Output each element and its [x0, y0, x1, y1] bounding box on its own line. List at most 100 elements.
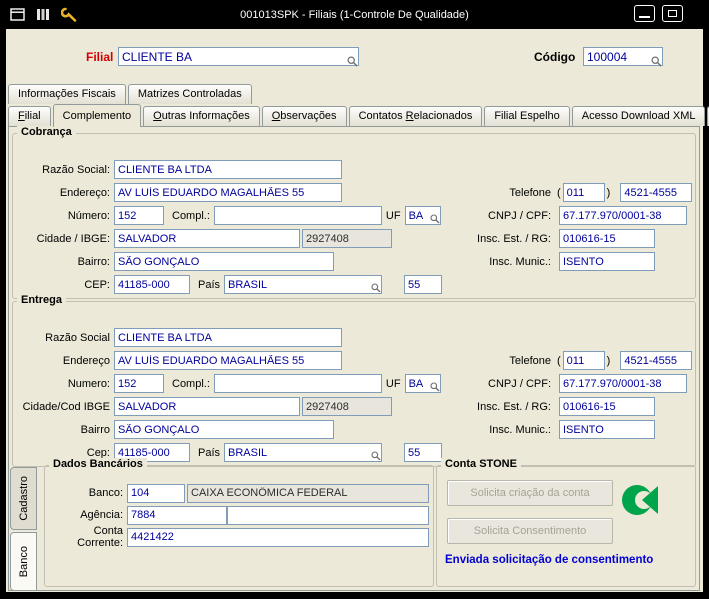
- agencia-compl-input[interactable]: [227, 505, 429, 525]
- tab-complemento[interactable]: Complemento: [52, 104, 142, 127]
- numero-label: Número:: [67, 209, 110, 222]
- telefone-label: Telefone: [509, 186, 551, 199]
- pais-input[interactable]: [224, 275, 383, 294]
- compl-input[interactable]: [213, 206, 382, 225]
- insc-est-label: Insc. Est. / RG:: [477, 400, 551, 413]
- tab-acesso-download-xml[interactable]: Acesso Download XML: [571, 106, 706, 126]
- razao-social-input[interactable]: [114, 160, 342, 179]
- magnifier-icon[interactable]: [651, 56, 662, 67]
- tab-informacoes-fiscais[interactable]: Informações Fiscais: [8, 84, 126, 104]
- cidade-input[interactable]: [114, 397, 300, 416]
- conta-stone-title: Conta STONE: [441, 458, 521, 470]
- telefone-ddd-input[interactable]: [562, 183, 605, 202]
- cobranca-numero-row: Número: Compl.: UF CNPJ / CPF:: [15, 204, 693, 227]
- solicita-consentimento-button[interactable]: Solicita Consentimento: [447, 518, 613, 544]
- compl-label: Compl.:: [172, 377, 210, 390]
- consentimento-status-text: Enviada solicitação de consentimento: [445, 554, 654, 566]
- compl-label: Compl.:: [172, 209, 210, 222]
- side-tab-cadastro[interactable]: Cadastro: [10, 467, 37, 530]
- cnpj-cluster: CNPJ / CPF:: [411, 204, 687, 227]
- codigo-field-wrap: [583, 47, 663, 68]
- pais-codigo-input[interactable]: [404, 275, 443, 294]
- pais-codigo-input[interactable]: [404, 443, 443, 462]
- ibge-input: [302, 229, 392, 248]
- entrega-cidade-row: Cidade/Cod IBGE Insc. Est. / RG:: [15, 395, 693, 418]
- magnifier-icon[interactable]: [371, 283, 381, 293]
- endereco-input[interactable]: [114, 351, 342, 370]
- dados-bancarios-title: Dados Bancários: [49, 458, 147, 470]
- cnpj-input[interactable]: [559, 374, 687, 393]
- tab-filial-espelho[interactable]: Filial Espelho: [484, 106, 570, 126]
- agencia-input[interactable]: [127, 505, 227, 525]
- solicita-criacao-conta-button[interactable]: Solicita criação da conta: [447, 480, 613, 506]
- cep-input[interactable]: [114, 275, 190, 294]
- cep-label: CEP:: [84, 278, 110, 291]
- conta-corrente-input[interactable]: [127, 527, 429, 547]
- side-tab-label: Cadastro: [17, 476, 30, 521]
- bairro-input[interactable]: [114, 420, 334, 439]
- telefone-ddd-input[interactable]: [562, 351, 605, 370]
- banco-row: Banco:: [47, 482, 431, 504]
- title-bar: 001013SPK - Filiais (1-Controle De Quali…: [0, 0, 709, 29]
- insc-est-cluster: Insc. Est. / RG:: [411, 227, 655, 250]
- client-area: Filial Código Informações Fiscais Matriz…: [6, 29, 709, 592]
- telefone-cluster: Telefone ( ): [411, 349, 693, 372]
- agencia-label: Agência:: [80, 509, 123, 521]
- window-controls: [634, 5, 683, 22]
- filial-input[interactable]: [118, 47, 359, 66]
- razao-social-input[interactable]: [114, 328, 342, 347]
- tab-matrizes-controladas[interactable]: Matrizes Controladas: [127, 84, 252, 104]
- application-window: 001013SPK - Filiais (1-Controle De Quali…: [0, 0, 709, 599]
- entrega-group: Entrega Razão Social Endereço Telefone (…: [12, 294, 696, 467]
- tab-strip-secondary: Informações Fiscais Matrizes Controladas: [8, 82, 254, 104]
- tab-outras-informacoes[interactable]: Outras Informações: [143, 106, 260, 126]
- banco-nome-input: [187, 483, 429, 503]
- tab-observacoes[interactable]: Observações: [261, 106, 347, 126]
- pais-label: País: [198, 446, 221, 459]
- insc-est-cluster: Insc. Est. / RG:: [411, 395, 655, 418]
- tab-contatos-relacionados[interactable]: Contatos Relacionados: [348, 106, 483, 126]
- filial-field-wrap: [118, 47, 359, 68]
- telefone-cluster: Telefone ( ): [411, 181, 693, 204]
- insc-mun-input[interactable]: [559, 252, 655, 271]
- pais-label: País: [198, 278, 221, 291]
- insc-mun-label: Insc. Munic.:: [489, 255, 551, 268]
- telefone-numero-input[interactable]: [620, 351, 693, 370]
- side-tab-banco[interactable]: Banco: [10, 532, 37, 591]
- side-tab-label: Banco: [17, 545, 30, 578]
- minimize-icon[interactable]: [634, 5, 655, 22]
- telefone-numero-input[interactable]: [620, 183, 693, 202]
- paren-open: (: [557, 186, 561, 199]
- telefone-label: Telefone: [509, 354, 551, 367]
- entrega-group-title: Entrega: [17, 294, 66, 306]
- banco-codigo-input[interactable]: [127, 483, 185, 503]
- cobranca-cep-row: CEP: País: [15, 273, 693, 296]
- endereco-input[interactable]: [114, 183, 342, 202]
- app-icon[interactable]: [8, 7, 26, 23]
- numero-input[interactable]: [114, 374, 164, 393]
- bairro-input[interactable]: [114, 252, 334, 271]
- numero-input[interactable]: [114, 206, 164, 225]
- entrega-endereco-row: Endereço Telefone ( ): [15, 349, 693, 372]
- magnifier-icon[interactable]: [347, 56, 358, 67]
- insc-mun-input[interactable]: [559, 420, 655, 439]
- pais-input[interactable]: [224, 443, 383, 462]
- insc-est-input[interactable]: [559, 397, 655, 416]
- cnpj-input[interactable]: [559, 206, 687, 225]
- tab-filial[interactable]: Filial: [8, 106, 51, 126]
- pais-field-wrap: [224, 443, 383, 462]
- cobranca-razao-row: Razão Social:: [15, 158, 693, 181]
- wrench-icon[interactable]: [60, 7, 78, 23]
- cobranca-cidade-row: Cidade / IBGE: Insc. Est. / RG:: [15, 227, 693, 250]
- insc-mun-label: Insc. Munic.:: [489, 423, 551, 436]
- restore-icon[interactable]: [662, 5, 683, 22]
- cobranca-group-title: Cobrança: [17, 126, 76, 138]
- grid-icon[interactable]: [34, 7, 52, 23]
- magnifier-icon[interactable]: [371, 451, 381, 461]
- entrega-razao-row: Razão Social: [15, 326, 693, 349]
- compl-input[interactable]: [213, 374, 382, 393]
- insc-est-input[interactable]: [559, 229, 655, 248]
- dados-bancarios-group: Dados Bancários Banco: Agência: Conta Co…: [44, 458, 434, 587]
- codigo-label: Código: [534, 50, 576, 64]
- cidade-input[interactable]: [114, 229, 300, 248]
